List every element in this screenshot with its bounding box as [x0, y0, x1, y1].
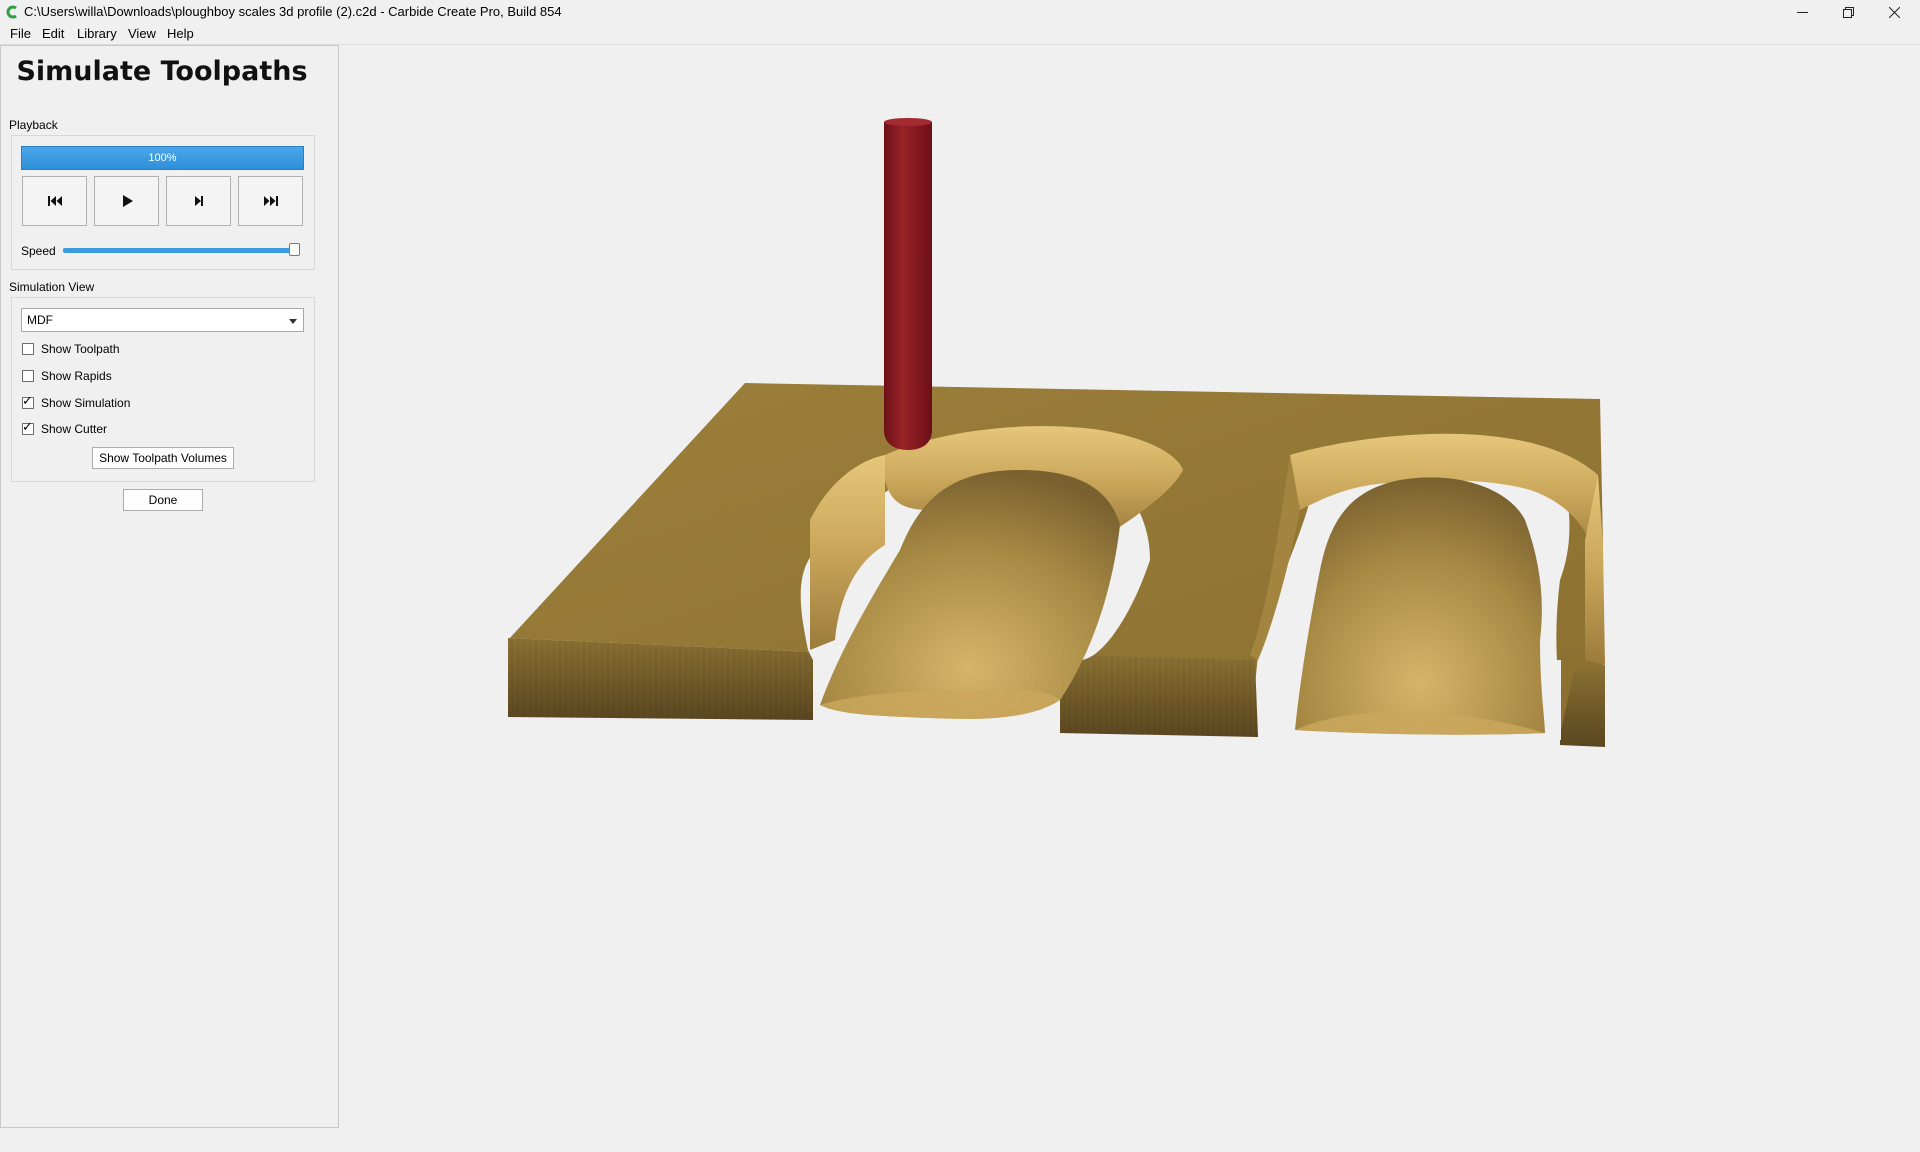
menu-view[interactable]: View — [128, 26, 156, 41]
material-select[interactable]: MDF — [21, 308, 304, 332]
carbide-create-app-icon — [6, 5, 17, 19]
speed-slider-handle[interactable] — [288, 243, 300, 256]
skip-to-end-icon — [263, 196, 278, 206]
skip-to-end-button[interactable] — [238, 176, 303, 226]
title-bar: C:\Users\willa\Downloads\ploughboy scale… — [0, 0, 1920, 24]
speed-slider-fill — [63, 248, 295, 253]
checkbox-label: Show Cutter — [41, 422, 108, 436]
menu-bar: File Edit Library View Help — [0, 24, 1920, 44]
play-button[interactable] — [94, 176, 159, 226]
show-toolpath-checkbox[interactable]: Show Toolpath — [22, 341, 120, 357]
menu-edit[interactable]: Edit — [42, 26, 64, 41]
speed-label: Speed — [21, 244, 56, 258]
checkmark-icon: ✓ — [22, 394, 33, 409]
show-rapids-checkbox[interactable]: Show Rapids — [22, 368, 112, 384]
menu-help[interactable]: Help — [167, 26, 194, 41]
minimize-button[interactable] — [1779, 0, 1825, 24]
rewind-to-start-button[interactable] — [22, 176, 87, 226]
checkbox-box[interactable]: ✓ — [22, 420, 34, 435]
checkbox-label: Show Simulation — [41, 396, 131, 410]
simulation-view-label: Simulation View — [9, 280, 95, 294]
playback-label: Playback — [9, 118, 58, 132]
cutter-bit — [884, 118, 932, 450]
chevron-down-icon — [289, 319, 297, 324]
checkmark-icon: ✓ — [22, 420, 33, 435]
material-select-value: MDF — [27, 313, 53, 327]
panel-title: Simulate Toolpaths — [16, 56, 308, 87]
step-forward-button[interactable] — [166, 176, 231, 226]
show-simulation-checkbox[interactable]: ✓ Show Simulation — [22, 394, 131, 411]
minimize-icon — [1796, 11, 1808, 13]
checkbox-label: Show Toolpath — [41, 342, 120, 356]
close-button[interactable] — [1871, 0, 1917, 24]
window-title: C:\Users\willa\Downloads\ploughboy scale… — [24, 4, 562, 19]
checkbox-box[interactable] — [22, 343, 34, 355]
play-icon — [122, 195, 133, 207]
menu-library[interactable]: Library — [77, 26, 117, 41]
restore-button[interactable] — [1825, 0, 1871, 24]
step-forward-icon — [194, 196, 203, 206]
checkbox-label: Show Rapids — [41, 369, 112, 383]
restore-icon — [1842, 6, 1854, 18]
checkbox-box[interactable]: ✓ — [22, 394, 34, 409]
simulation-3d-viewport[interactable] — [340, 45, 1920, 1152]
show-toolpath-volumes-button[interactable]: Show Toolpath Volumes — [92, 447, 234, 469]
close-icon — [1888, 6, 1900, 18]
playback-progress-bar: 100% — [21, 146, 304, 170]
checkbox-box[interactable] — [22, 370, 34, 382]
done-button[interactable]: Done — [123, 489, 203, 511]
progress-text: 100% — [148, 152, 177, 164]
menu-file[interactable]: File — [10, 26, 31, 41]
rewind-to-start-icon — [47, 196, 62, 206]
show-cutter-checkbox[interactable]: ✓ Show Cutter — [22, 420, 108, 437]
speed-slider-track[interactable] — [63, 248, 299, 253]
stock-workpiece — [508, 383, 1605, 747]
